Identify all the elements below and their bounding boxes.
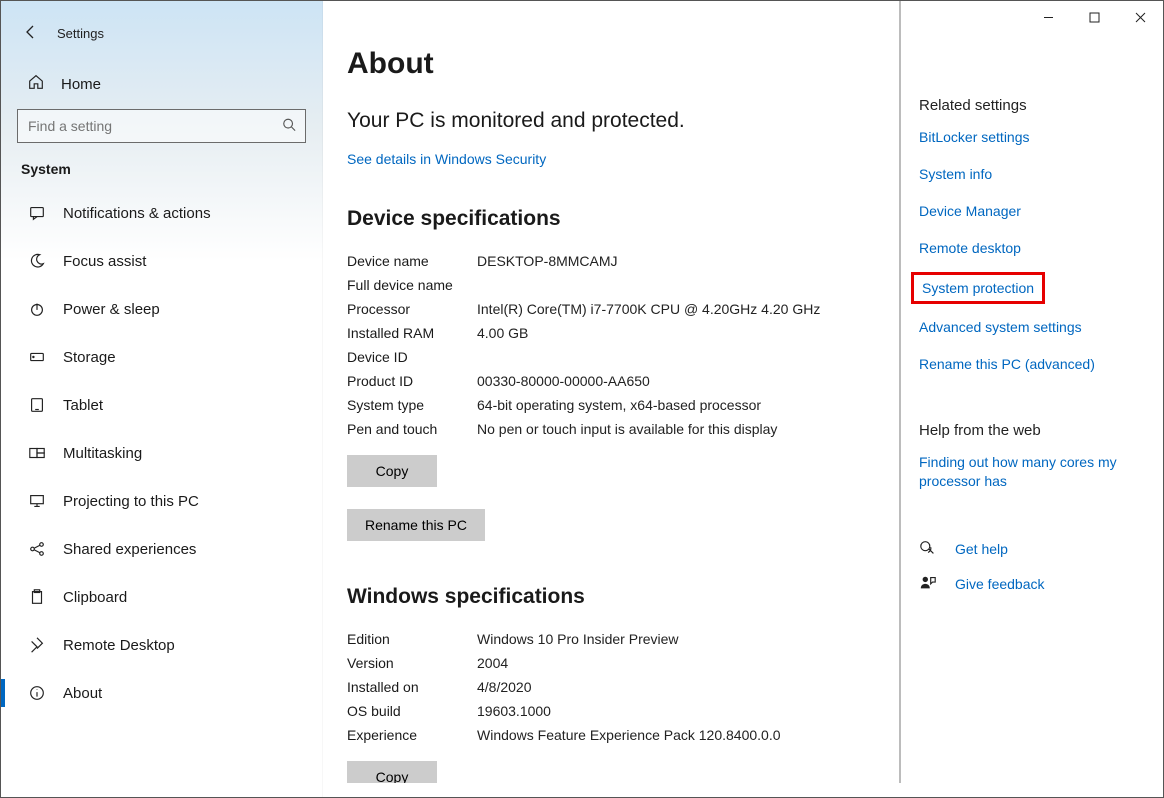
copy-windows-spec-button[interactable]: Copy: [347, 761, 437, 783]
link-give-feedback[interactable]: Give feedback: [955, 575, 1045, 594]
help-heading: Help from the web: [919, 422, 1143, 439]
copy-device-spec-button[interactable]: Copy: [347, 455, 437, 487]
sidebar-item-label: Tablet: [63, 397, 103, 414]
app-title: Settings: [57, 26, 104, 41]
sidebar-item-label: Projecting to this PC: [63, 493, 199, 510]
page-title: About: [347, 47, 875, 81]
windows-spec-heading: Windows specifications: [347, 585, 875, 609]
related-heading: Related settings: [919, 97, 1143, 114]
spec-value: Windows Feature Experience Pack 120.8400…: [477, 723, 781, 747]
spec-value: No pen or touch input is available for t…: [477, 417, 820, 441]
windows-security-link[interactable]: See details in Windows Security: [347, 151, 546, 167]
sidebar-category: System: [1, 161, 322, 189]
spec-key: Device ID: [347, 345, 477, 369]
rename-pc-button[interactable]: Rename this PC: [347, 509, 485, 541]
tablet-icon: [27, 396, 47, 414]
link-remote-desktop[interactable]: Remote desktop: [919, 239, 1143, 258]
sidebar-item-power-sleep[interactable]: Power & sleep: [1, 285, 322, 333]
link-system-protection[interactable]: System protection: [922, 279, 1034, 298]
share-icon: [27, 540, 47, 558]
link-help-cores[interactable]: Finding out how many cores my processor …: [919, 453, 1143, 491]
sidebar-item-label: Focus assist: [63, 253, 146, 270]
device-spec-heading: Device specifications: [347, 207, 875, 231]
storage-icon: [27, 348, 47, 366]
spec-key: OS build: [347, 699, 477, 723]
spec-key: Processor: [347, 297, 477, 321]
project-icon: [27, 492, 47, 510]
minimize-button[interactable]: [1025, 1, 1071, 33]
search-icon: [282, 118, 296, 135]
sidebar-item-label: Notifications & actions: [63, 205, 211, 222]
maximize-button[interactable]: [1071, 1, 1117, 33]
spec-key: Full device name: [347, 273, 477, 297]
spec-value: 00330-80000-00000-AA650: [477, 369, 820, 393]
spec-value: 19603.1000: [477, 699, 781, 723]
spec-key: Product ID: [347, 369, 477, 393]
sidebar-item-label: About: [63, 685, 102, 702]
main: About Your PC is monitored and protected…: [323, 1, 1163, 797]
sidebar-item-focus-assist[interactable]: Focus assist: [1, 237, 322, 285]
device-spec-table: Device nameDESKTOP-8MMCAMJ Full device n…: [347, 249, 820, 441]
sidebar-item-multitasking[interactable]: Multitasking: [1, 429, 322, 477]
info-icon: [27, 684, 47, 702]
feedback-icon: [919, 574, 939, 595]
spec-value: Intel(R) Core(TM) i7-7700K CPU @ 4.20GHz…: [477, 297, 820, 321]
multitask-icon: [27, 444, 47, 462]
sidebar-item-label: Storage: [63, 349, 116, 366]
sidebar-item-label: Clipboard: [63, 589, 127, 606]
system-protection-highlight: System protection: [911, 272, 1045, 305]
spec-key: Device name: [347, 249, 477, 273]
spec-key: Version: [347, 651, 477, 675]
moon-icon: [27, 252, 47, 270]
sidebar-item-about[interactable]: About: [1, 669, 322, 717]
spec-key: System type: [347, 393, 477, 417]
spec-value: 2004: [477, 651, 781, 675]
spec-value: 64-bit operating system, x64-based proce…: [477, 393, 820, 417]
sidebar-item-label: Multitasking: [63, 445, 142, 462]
sidebar-home[interactable]: Home: [1, 49, 322, 109]
sidebar-item-label: Shared experiences: [63, 541, 196, 558]
spec-key: Edition: [347, 627, 477, 651]
message-icon: [27, 204, 47, 222]
spec-value: 4.00 GB: [477, 321, 820, 345]
link-get-help[interactable]: Get help: [955, 540, 1008, 559]
sidebar-item-storage[interactable]: Storage: [1, 333, 322, 381]
sidebar: Settings Home System Notifications & act…: [1, 1, 323, 797]
home-label: Home: [61, 76, 101, 93]
related-settings-pane: Related settings BitLocker settings Syst…: [907, 1, 1163, 797]
windows-spec-table: EditionWindows 10 Pro Insider Preview Ve…: [347, 627, 781, 747]
protection-status: Your PC is monitored and protected.: [347, 109, 875, 133]
spec-key: Pen and touch: [347, 417, 477, 441]
sidebar-item-shared-experiences[interactable]: Shared experiences: [1, 525, 322, 573]
link-bitlocker[interactable]: BitLocker settings: [919, 128, 1143, 147]
spec-value: [477, 273, 820, 297]
link-rename-advanced[interactable]: Rename this PC (advanced): [919, 355, 1143, 374]
close-button[interactable]: [1117, 1, 1163, 33]
sidebar-item-clipboard[interactable]: Clipboard: [1, 573, 322, 621]
sidebar-item-tablet[interactable]: Tablet: [1, 381, 322, 429]
link-device-manager[interactable]: Device Manager: [919, 202, 1143, 221]
sidebar-item-label: Power & sleep: [63, 301, 160, 318]
sidebar-item-remote-desktop[interactable]: Remote Desktop: [1, 621, 322, 669]
get-help-icon: [919, 539, 939, 560]
spec-key: Installed RAM: [347, 321, 477, 345]
power-icon: [27, 300, 47, 318]
spec-value: DESKTOP-8MMCAMJ: [477, 249, 820, 273]
spec-key: Experience: [347, 723, 477, 747]
spec-value: Windows 10 Pro Insider Preview: [477, 627, 781, 651]
remote-icon: [27, 636, 47, 654]
spec-value: 4/8/2020: [477, 675, 781, 699]
sidebar-item-label: Remote Desktop: [63, 637, 175, 654]
spec-value: [477, 345, 820, 369]
clipboard-icon: [27, 588, 47, 606]
link-advanced-system[interactable]: Advanced system settings: [919, 318, 1143, 337]
sidebar-item-projecting[interactable]: Projecting to this PC: [1, 477, 322, 525]
home-icon: [27, 73, 45, 95]
sidebar-item-notifications[interactable]: Notifications & actions: [1, 189, 322, 237]
spec-key: Installed on: [347, 675, 477, 699]
back-button[interactable]: [23, 24, 39, 43]
search-input[interactable]: [17, 109, 306, 143]
link-system-info[interactable]: System info: [919, 165, 1143, 184]
